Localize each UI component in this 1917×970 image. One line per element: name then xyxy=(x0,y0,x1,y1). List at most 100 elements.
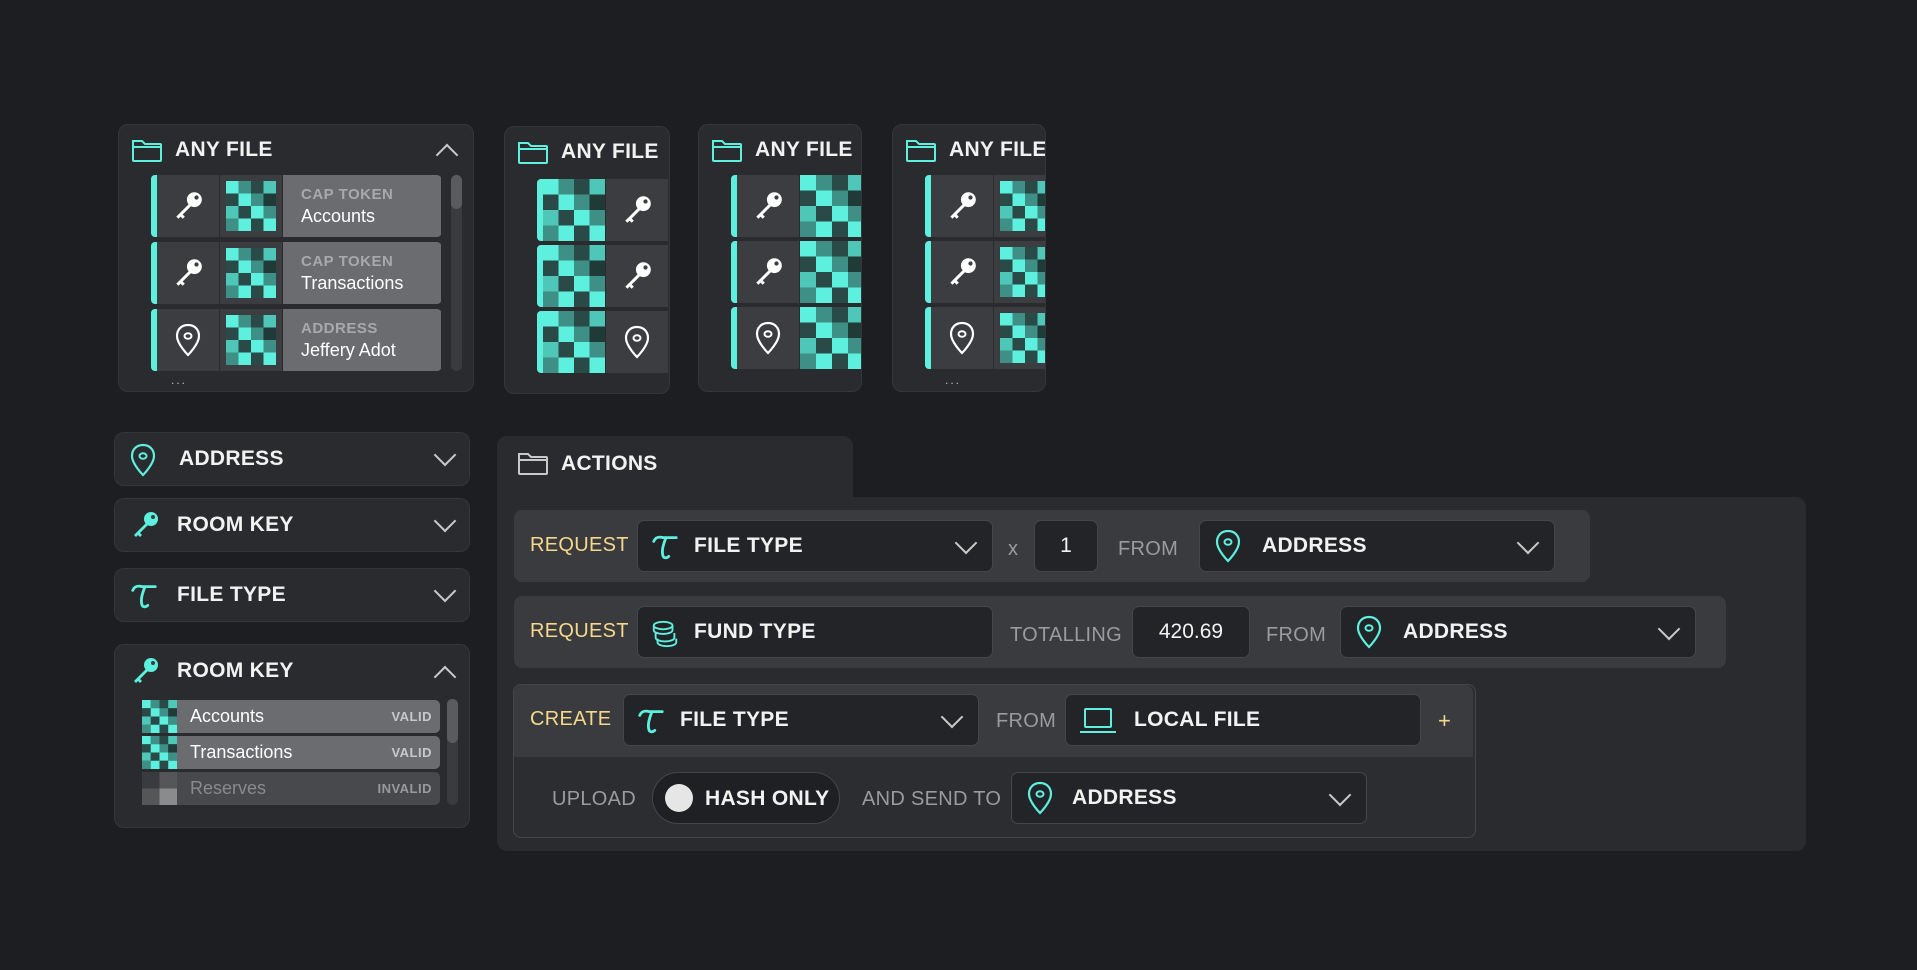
identicon xyxy=(994,175,1045,237)
source-dropdown[interactable]: ADDRESS xyxy=(1340,606,1696,658)
list-item[interactable]: ADDRESS Jeffery Adot xyxy=(151,309,441,371)
chevron-down-icon[interactable] xyxy=(433,509,457,533)
map-pin-icon xyxy=(737,307,800,369)
list-item[interactable] xyxy=(925,307,1045,369)
identicon xyxy=(543,179,606,241)
tau-icon xyxy=(650,532,680,562)
folder-icon xyxy=(711,137,743,163)
chevron-up-icon[interactable] xyxy=(433,665,457,689)
times-label: x xyxy=(1008,538,1019,560)
identicon xyxy=(142,736,177,769)
identicon xyxy=(800,241,861,303)
folder-icon xyxy=(517,139,549,165)
folder-icon xyxy=(517,450,549,476)
accordion-label[interactable]: ROOM KEY xyxy=(177,659,294,683)
file-picker-title: ANY FILE xyxy=(949,138,1046,161)
chevron-down-icon xyxy=(1516,531,1540,555)
key-icon xyxy=(931,175,994,237)
send-to-label: AND SEND TO xyxy=(862,788,1002,810)
file-type-dropdown[interactable]: FILE TYPE xyxy=(637,520,993,572)
list-item[interactable] xyxy=(537,179,669,241)
map-pin-icon xyxy=(157,309,220,371)
actions-tab[interactable]: ACTIONS xyxy=(497,436,853,498)
scroll-thumb[interactable] xyxy=(447,699,458,743)
identicon xyxy=(220,309,283,371)
tau-icon xyxy=(636,706,666,736)
identicon xyxy=(800,175,861,237)
file-picker-header[interactable]: ANY FILE xyxy=(131,135,273,165)
coins-icon xyxy=(650,617,680,649)
accordion-room-key[interactable]: ROOM KEY xyxy=(114,498,470,552)
scroll-thumb[interactable] xyxy=(451,175,462,209)
accordion-label: ADDRESS xyxy=(179,447,284,470)
chevron-down-icon[interactable] xyxy=(433,579,457,603)
source-dropdown[interactable]: ADDRESS xyxy=(1199,520,1555,572)
destination-dropdown[interactable]: ADDRESS xyxy=(1011,772,1367,824)
key-icon xyxy=(129,655,161,687)
map-pin-icon xyxy=(1026,781,1054,815)
room-key-item[interactable]: Accounts VALID xyxy=(142,700,440,733)
amount-input[interactable]: 420.69 xyxy=(1132,606,1250,658)
chevron-down-icon[interactable] xyxy=(433,443,457,467)
room-key-name: Accounts xyxy=(190,706,265,726)
list-item[interactable] xyxy=(731,241,861,303)
key-icon xyxy=(606,245,669,307)
map-pin-icon xyxy=(1355,615,1383,649)
key-icon xyxy=(129,509,161,541)
status-badge: INVALID xyxy=(377,781,432,796)
accordion-file-type[interactable]: FILE TYPE xyxy=(114,568,470,622)
scrollbar[interactable] xyxy=(451,175,462,371)
map-pin-icon xyxy=(1214,529,1242,563)
file-list xyxy=(731,175,861,375)
list-item[interactable] xyxy=(925,175,1045,237)
list-item[interactable] xyxy=(731,307,861,369)
file-picker-header[interactable]: ANY FILE xyxy=(711,135,853,165)
hash-only-toggle[interactable]: HASH ONLY xyxy=(652,772,840,824)
file-picker-panel: ANY FILE xyxy=(698,124,862,392)
key-icon xyxy=(931,241,994,303)
map-pin-icon xyxy=(606,311,669,373)
fund-type-dropdown[interactable]: FUND TYPE xyxy=(637,606,993,658)
local-file-picker[interactable]: LOCAL FILE xyxy=(1065,694,1421,746)
toggle-label: HASH ONLY xyxy=(705,787,830,810)
verb-label: CREATE xyxy=(530,708,612,730)
accordion-address[interactable]: ADDRESS xyxy=(114,432,470,486)
file-list xyxy=(537,179,669,379)
item-type: CAP TOKEN xyxy=(301,252,394,270)
from-label: FROM xyxy=(1118,538,1179,560)
key-icon xyxy=(737,241,800,303)
list-item[interactable] xyxy=(537,311,669,373)
item-label: Accounts xyxy=(301,205,376,226)
from-label: FROM xyxy=(996,710,1057,732)
add-button[interactable]: + xyxy=(1438,708,1451,734)
chevron-up-icon[interactable] xyxy=(435,143,459,167)
key-icon xyxy=(737,175,800,237)
room-key-item[interactable]: Reserves INVALID xyxy=(142,772,440,805)
quantity-input[interactable]: 1 xyxy=(1034,520,1098,572)
folder-icon xyxy=(905,137,937,163)
file-picker-title: ANY FILE xyxy=(561,140,659,163)
file-type-dropdown[interactable]: FILE TYPE xyxy=(623,694,979,746)
totalling-label: TOTALLING xyxy=(1010,624,1122,646)
list-item[interactable]: CAP TOKEN Transactions xyxy=(151,242,441,304)
file-picker-panel: ANY FILE CAP TOKEN Accounts CAP TOKEN Tr… xyxy=(118,124,474,392)
scrollbar[interactable] xyxy=(447,699,458,805)
item-type: CAP TOKEN xyxy=(301,185,394,203)
identicon xyxy=(543,245,606,307)
key-icon xyxy=(157,242,220,304)
list-item[interactable] xyxy=(925,241,1045,303)
room-key-item[interactable]: Transactions VALID xyxy=(142,736,440,769)
key-icon xyxy=(157,175,220,237)
item-label: Jeffery Adot xyxy=(301,339,396,360)
item-type: ADDRESS xyxy=(301,319,378,337)
map-pin-icon xyxy=(129,443,157,477)
list-item[interactable] xyxy=(731,175,861,237)
file-picker-header[interactable]: ANY FILE xyxy=(517,137,659,167)
verb-label: REQUEST xyxy=(530,620,629,642)
file-picker-title: ANY FILE xyxy=(755,138,853,161)
file-picker-title: ANY FILE xyxy=(175,138,273,161)
map-pin-icon xyxy=(931,307,994,369)
list-item[interactable]: CAP TOKEN Accounts xyxy=(151,175,441,237)
list-item[interactable] xyxy=(537,245,669,307)
file-picker-header[interactable]: ANY FILE xyxy=(905,135,1046,165)
